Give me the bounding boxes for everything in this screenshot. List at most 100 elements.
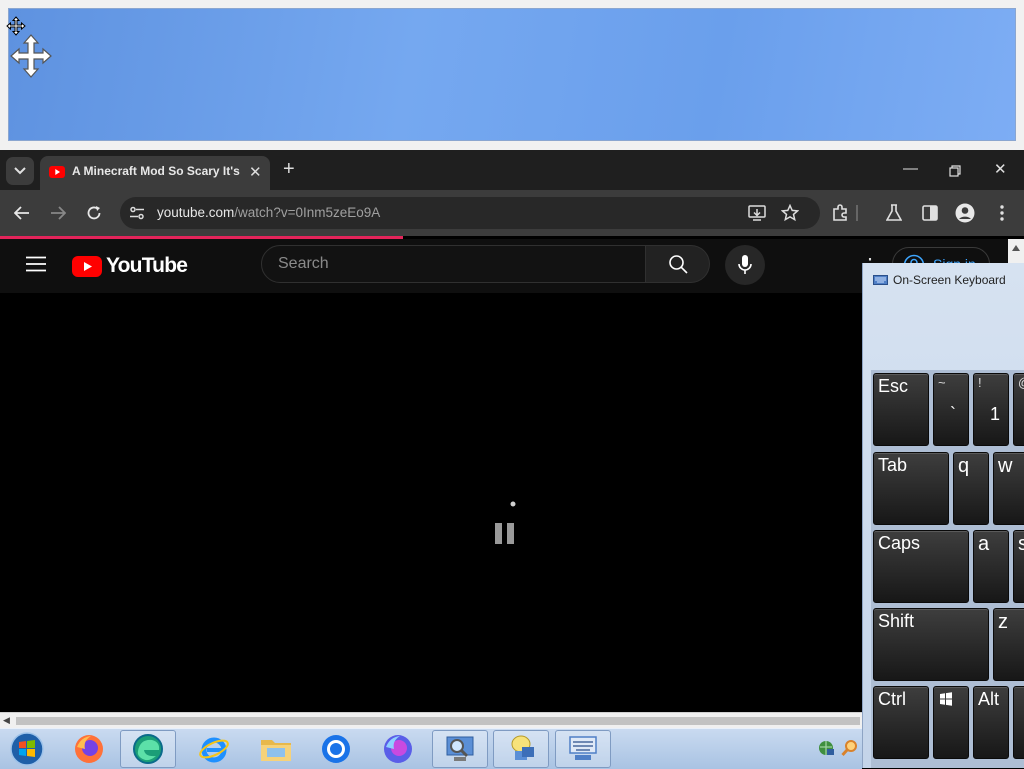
search-placeholder: Search [278, 255, 329, 272]
chevron-down-icon [14, 167, 26, 175]
magnifier-tray-icon[interactable] [841, 739, 859, 757]
edge-icon [133, 734, 163, 764]
key-tilde-top: ~ [938, 375, 946, 390]
chrome-menu-icon[interactable] [992, 203, 1012, 223]
taskbar-magnifier-app[interactable] [432, 730, 488, 768]
key-2-top: @ [1018, 375, 1024, 390]
back-arrow-icon[interactable] [12, 203, 32, 223]
tab-title: A Minecraft Mod So Scary It's [72, 164, 240, 178]
windows-taskbar [0, 728, 862, 769]
key-ctrl-label: Ctrl [878, 689, 906, 709]
url-text[interactable]: youtube.com/watch?v=0Inm5zeEo9A [157, 205, 380, 220]
on-screen-keyboard-icon [569, 736, 597, 760]
start-orb-icon[interactable] [8, 731, 46, 767]
extensions-icon[interactable] [830, 203, 850, 223]
active-tab[interactable]: A Minecraft Mod So Scary It's ✕ [40, 156, 270, 190]
key-s[interactable]: s [1013, 530, 1024, 603]
taskbar-chrome[interactable] [308, 730, 364, 768]
site-settings-icon[interactable] [129, 206, 145, 220]
file-explorer-icon [261, 740, 291, 761]
key-a[interactable]: a [973, 530, 1009, 603]
firefox-icon [75, 735, 103, 763]
search-input[interactable]: Search [261, 245, 646, 283]
youtube-play-logo-icon [72, 255, 102, 277]
youtube-logo[interactable]: YouTube [72, 254, 188, 278]
taskbar-user-accounts[interactable] [493, 730, 549, 768]
bookmark-star-icon[interactable] [781, 204, 799, 222]
key-esc-label: Esc [878, 376, 909, 396]
key-a-label: a [978, 533, 990, 555]
new-tab-button[interactable]: + [283, 158, 295, 181]
key-windows[interactable] [933, 686, 969, 759]
scroll-up-arrow-icon [1012, 245, 1020, 251]
install-app-icon[interactable] [748, 205, 766, 221]
magnifier-app-icon [446, 736, 474, 761]
youtube-logo-text: YouTube [106, 254, 188, 277]
key-1-bottom: 1 [990, 404, 1001, 424]
page-scrollbar-up[interactable] [1008, 239, 1024, 263]
youtube-favicon-icon [49, 166, 65, 178]
forward-arrow-icon[interactable] [48, 203, 68, 223]
tab-strip: A Minecraft Mod So Scary It's ✕ + — ✕ [0, 150, 1024, 190]
restore-icon[interactable] [949, 165, 961, 177]
minimize-icon[interactable]: — [903, 160, 918, 177]
key-2[interactable]: @ [1013, 373, 1024, 446]
taskbar-on-screen-keyboard[interactable] [555, 730, 611, 768]
taskbar-firefox[interactable] [61, 730, 117, 768]
key-tab[interactable]: Tab [873, 452, 949, 525]
horizontal-scrollbar[interactable]: ◀ [0, 712, 862, 728]
chrome-icon [322, 735, 350, 763]
voice-search-button[interactable] [725, 245, 765, 285]
key-space[interactable] [1013, 686, 1024, 759]
hamburger-menu-icon[interactable] [26, 256, 46, 272]
blue-window-content[interactable] [8, 8, 1016, 141]
key-z-label: z [998, 611, 1008, 633]
scroll-left-arrow-icon[interactable]: ◀ [3, 715, 10, 726]
scrollbar-thumb[interactable] [16, 717, 860, 725]
taskbar-internet-explorer[interactable] [186, 730, 242, 768]
osk-title-bar[interactable]: On-Screen Keyboard [873, 273, 1006, 287]
key-w-label: w [998, 455, 1013, 477]
top-blue-window[interactable] [0, 0, 1024, 150]
taskbar-edge[interactable] [120, 730, 176, 768]
key-caps[interactable]: Caps [873, 530, 969, 603]
network-globe-icon[interactable] [817, 739, 835, 757]
reload-icon[interactable] [84, 203, 104, 223]
tab-close-icon[interactable]: ✕ [249, 163, 262, 181]
close-window-icon[interactable]: ✕ [994, 160, 1007, 178]
loading-spinner-icon [495, 501, 516, 544]
labs-flask-icon[interactable] [884, 203, 904, 223]
browser-toolbar: youtube.com/watch?v=0Inm5zeEo9A [0, 190, 1024, 236]
key-shift-label: Shift [878, 611, 915, 631]
taskbar-firefox-dev[interactable] [370, 730, 426, 768]
microphone-icon [738, 255, 752, 274]
search-icon [668, 255, 688, 274]
key-shift[interactable]: Shift [873, 608, 989, 681]
key-tilde[interactable]: ~ ` [933, 373, 969, 446]
address-bar[interactable]: youtube.com/watch?v=0Inm5zeEo9A [120, 197, 820, 229]
url-path: /watch?v=0Inm5zeEo9A [234, 205, 381, 220]
side-panel-icon[interactable] [920, 203, 940, 223]
keyboard-icon [873, 275, 888, 285]
tab-search-button[interactable] [6, 157, 34, 185]
key-esc[interactable]: Esc [873, 373, 929, 446]
move-cursor-icon [10, 34, 52, 78]
key-1[interactable]: ! 1 [973, 373, 1009, 446]
search-button[interactable] [646, 245, 710, 283]
key-1-top: ! [978, 375, 982, 390]
url-host: youtube.com [157, 205, 235, 220]
taskbar-file-explorer[interactable] [248, 730, 304, 768]
key-s-label: s [1018, 533, 1024, 555]
firefox-dev-icon [384, 735, 412, 763]
internet-explorer-icon [199, 737, 229, 763]
key-q-label: q [958, 455, 970, 477]
key-caps-label: Caps [878, 533, 921, 553]
profile-avatar-icon[interactable] [955, 203, 975, 223]
key-q[interactable]: q [953, 452, 989, 525]
key-ctrl[interactable]: Ctrl [873, 686, 929, 759]
key-w[interactable]: w [993, 452, 1024, 525]
on-screen-keyboard-window[interactable]: On-Screen Keyboard Esc ~ ` ! 1 @ Tab q w… [862, 263, 1024, 768]
key-alt[interactable]: Alt [973, 686, 1009, 759]
key-z[interactable]: z [993, 608, 1024, 681]
osk-key-area: Esc ~ ` ! 1 @ Tab q w Caps a s [871, 370, 1024, 768]
